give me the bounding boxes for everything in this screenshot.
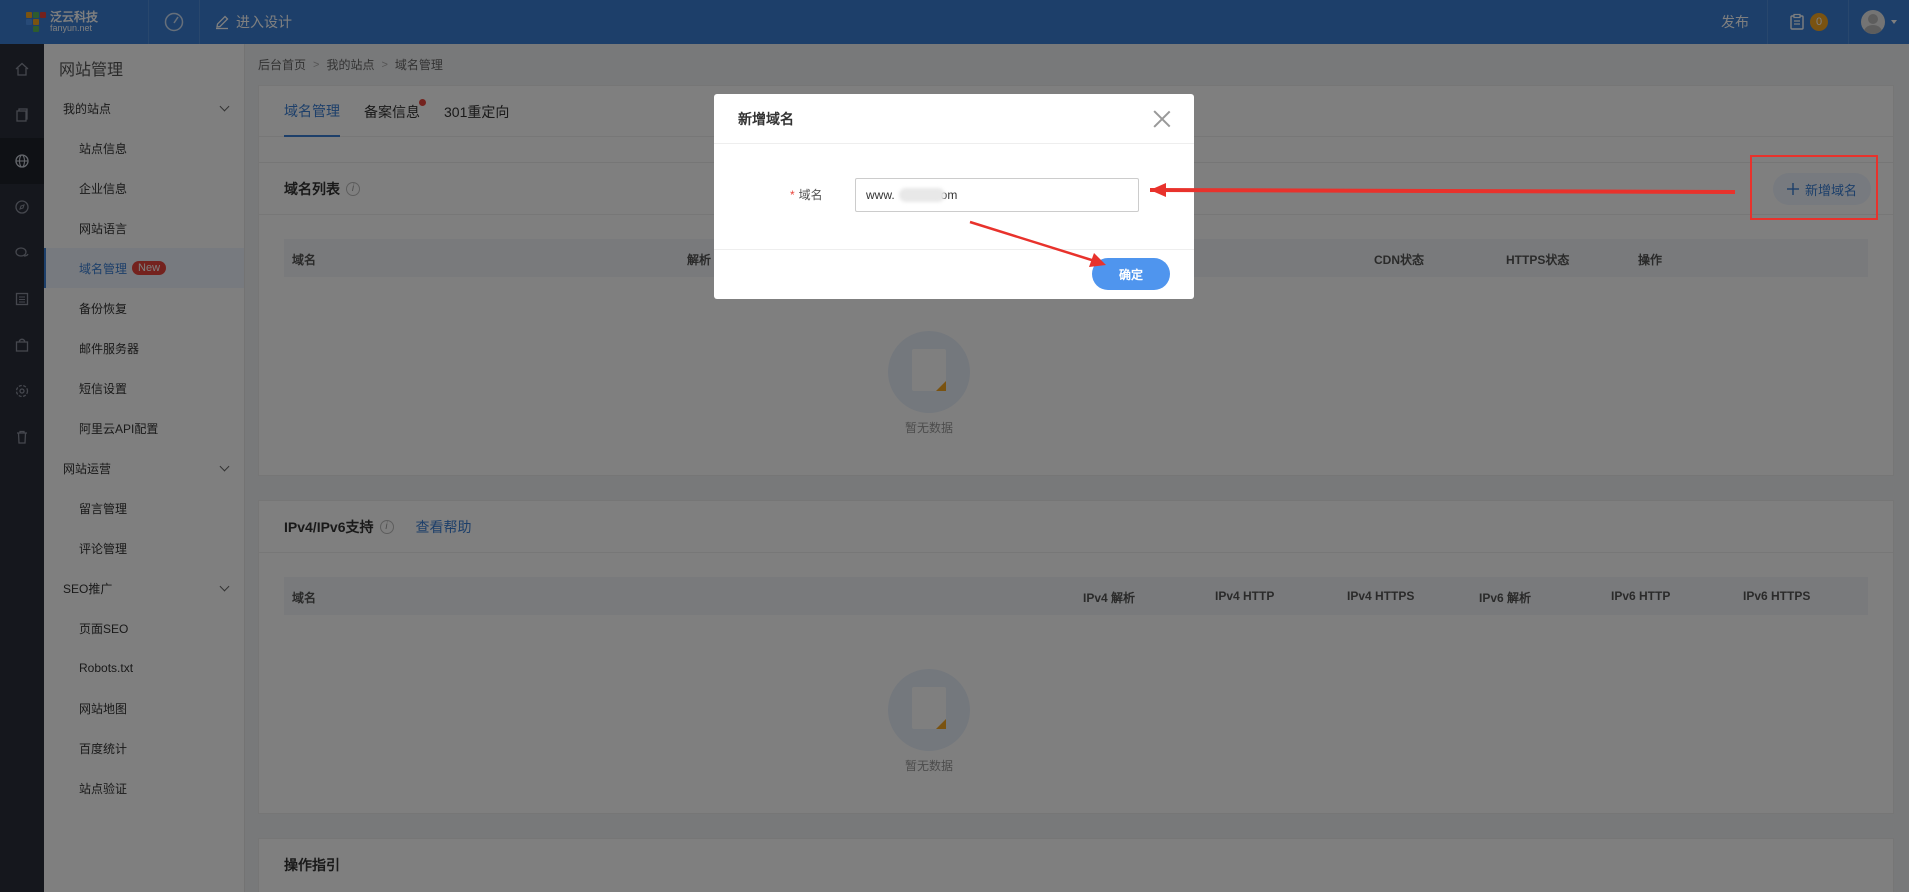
redacted-text [899, 188, 945, 202]
close-icon[interactable] [1152, 109, 1172, 129]
required-mark: * [790, 188, 795, 202]
domain-input[interactable]: www. om [855, 178, 1139, 212]
dialog-title: 新增域名 [738, 110, 794, 127]
field-label-text: 域名 [798, 188, 823, 202]
domain-input-prefix: www. [866, 188, 895, 202]
domain-field-label: * 域名 [790, 186, 823, 203]
confirm-button[interactable]: 确定 [1092, 258, 1170, 290]
add-domain-dialog: 新增域名 * 域名 www. om 确定 [714, 94, 1194, 299]
